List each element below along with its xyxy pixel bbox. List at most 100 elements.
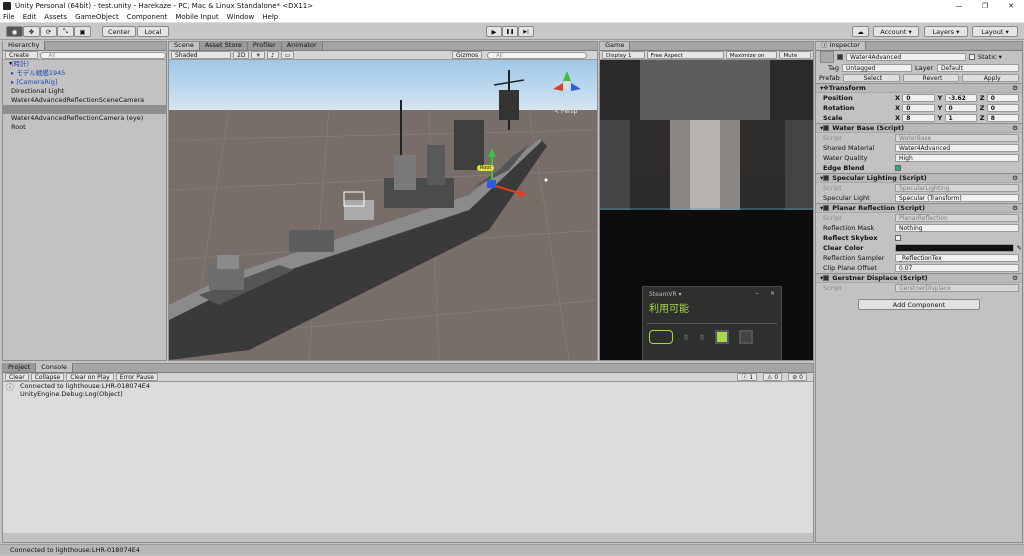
hierarchy-item[interactable]: ▸ [CameraRig] bbox=[3, 78, 166, 87]
rotate-tool-button[interactable]: ⟳ bbox=[40, 26, 57, 37]
error-pause-toggle[interactable]: Error Pause bbox=[115, 373, 158, 381]
reflection-sampler-input[interactable]: _ReflectionTex bbox=[895, 254, 1019, 262]
pivot-center-button[interactable]: Center bbox=[102, 26, 136, 37]
rotation-z-input[interactable]: 0 bbox=[986, 104, 1019, 112]
minimize-icon[interactable]: ‒ bbox=[755, 290, 759, 297]
rotation-x-input[interactable]: 0 bbox=[902, 104, 935, 112]
tab-profiler[interactable]: Profiler bbox=[247, 42, 282, 50]
gizmos-dropdown[interactable]: Gizmos bbox=[452, 51, 483, 59]
water-base-header[interactable]: ▾ Water Base (Script) ⚙ bbox=[816, 123, 1022, 133]
prefab-apply-button[interactable]: Apply bbox=[962, 74, 1020, 82]
hierarchy-item[interactable]: Water4AdvancedReflectionSceneCamera bbox=[3, 96, 166, 105]
menu-assets[interactable]: Assets bbox=[44, 13, 67, 21]
scale-x-input[interactable]: 8 bbox=[902, 114, 935, 122]
reflection-mask-dropdown[interactable]: Nothing bbox=[895, 224, 1019, 232]
edge-blend-checkbox[interactable] bbox=[895, 165, 901, 171]
maximize-on-play-toggle[interactable]: Maximize on Play bbox=[725, 51, 778, 67]
warning-count-toggle[interactable]: ⚠ 0 bbox=[763, 373, 783, 381]
cloud-button[interactable]: ☁ bbox=[852, 26, 869, 37]
gear-icon[interactable]: ⚙ bbox=[1012, 174, 1018, 182]
component-enabled-checkbox[interactable] bbox=[823, 125, 830, 131]
gerstner-displace-header[interactable]: ▾ Gerstner Displace (Script) ⚙ bbox=[816, 273, 1022, 283]
clear-button[interactable]: Clear bbox=[5, 373, 29, 381]
menu-gameobject[interactable]: GameObject bbox=[75, 13, 119, 21]
mute-audio-toggle[interactable]: Mute aud bbox=[779, 51, 811, 67]
hierarchy-item[interactable]: Directional Light bbox=[3, 87, 166, 96]
hierarchy-item[interactable]: Water4AdvancedReflectionCamera (eye) bbox=[3, 114, 166, 123]
eyedropper-icon[interactable]: ✎ bbox=[1017, 244, 1022, 252]
position-x-input[interactable]: 0 bbox=[902, 94, 935, 102]
component-enabled-checkbox[interactable] bbox=[823, 205, 830, 211]
gear-icon[interactable]: ⚙ bbox=[1012, 124, 1018, 132]
rotation-y-input[interactable]: 0 bbox=[944, 104, 977, 112]
prefab-revert-button[interactable]: Revert bbox=[902, 74, 960, 82]
clear-color-swatch[interactable] bbox=[895, 244, 1014, 252]
game-viewport[interactable]: SteamVR ▾ ‒ ✕ 利用可能 ⌽ ⌽ bbox=[600, 60, 813, 360]
account-dropdown[interactable]: Account ▾ bbox=[873, 26, 919, 37]
scale-z-input[interactable]: 8 bbox=[986, 114, 1019, 122]
2d-toggle[interactable]: 2D bbox=[233, 51, 250, 59]
status-message[interactable]: Connected to lighthouse:LHR-018074E4 bbox=[10, 546, 140, 554]
menu-edit[interactable]: Edit bbox=[23, 13, 37, 21]
scene-search-input[interactable]: All bbox=[487, 51, 587, 59]
layer-dropdown[interactable]: Default bbox=[937, 64, 1019, 72]
persp-label[interactable]: ≺ Persp bbox=[554, 108, 577, 115]
hierarchy-item[interactable]: (時計) bbox=[3, 60, 166, 69]
reflect-skybox-checkbox[interactable] bbox=[895, 235, 901, 241]
steamvr-title[interactable]: SteamVR ▾ bbox=[649, 291, 682, 298]
close-button[interactable]: ✕ bbox=[998, 0, 1024, 12]
menu-mobile-input[interactable]: Mobile Input bbox=[175, 13, 218, 21]
transform-header[interactable]: ▾ ✥ Transform ⚙ bbox=[816, 83, 1022, 93]
component-enabled-checkbox[interactable] bbox=[823, 275, 830, 281]
minimize-button[interactable]: — bbox=[946, 0, 972, 12]
scene-viewport[interactable]: Root ≺ Persp bbox=[169, 60, 597, 360]
create-button[interactable]: Create ▾ bbox=[5, 51, 38, 67]
position-z-input[interactable]: 0 bbox=[986, 94, 1019, 102]
tab-console[interactable]: Console bbox=[36, 363, 74, 372]
object-name-input[interactable]: Water4Advanced bbox=[846, 53, 966, 61]
specular-lighting-header[interactable]: ▾ Specular Lighting (Script) ⚙ bbox=[816, 173, 1022, 183]
display-dropdown[interactable]: Display 1 bbox=[602, 51, 645, 59]
shading-mode-dropdown[interactable]: Shaded bbox=[171, 51, 231, 59]
play-button[interactable]: ▶ bbox=[486, 26, 502, 37]
scale-y-input[interactable]: 1 bbox=[944, 114, 977, 122]
close-icon[interactable]: ✕ bbox=[770, 290, 775, 297]
specular-light-field[interactable]: Specular (Transform) bbox=[895, 194, 1019, 202]
add-component-button[interactable]: Add Component bbox=[858, 299, 980, 310]
hierarchy-search-input[interactable]: All bbox=[39, 51, 166, 59]
info-count-toggle[interactable]: ⓘ 1 bbox=[737, 373, 758, 381]
static-checkbox[interactable] bbox=[969, 54, 975, 60]
tab-inspector[interactable]: ⓘ Inspector bbox=[816, 42, 866, 50]
gear-icon[interactable]: ⚙ bbox=[1012, 204, 1018, 212]
menu-window[interactable]: Window bbox=[227, 13, 255, 21]
tab-scene[interactable]: Scene bbox=[169, 42, 200, 50]
log-entry[interactable]: ⓘ Connected to lighthouse:LHR-018074E4 U… bbox=[3, 382, 813, 398]
audio-toggle[interactable]: ♪ bbox=[266, 51, 279, 59]
tab-project[interactable]: Project bbox=[3, 363, 37, 372]
layout-dropdown[interactable]: Layout ▾ bbox=[972, 26, 1018, 37]
hierarchy-item[interactable]: Root bbox=[3, 123, 166, 132]
hierarchy-item-selected[interactable] bbox=[3, 105, 166, 114]
hierarchy-item[interactable]: ▸ モデル戦艦1945 bbox=[3, 69, 166, 78]
position-y-input[interactable]: -3.62 bbox=[944, 94, 977, 102]
aspect-dropdown[interactable]: Free Aspect bbox=[646, 51, 724, 59]
gear-icon[interactable]: ⚙ bbox=[1012, 274, 1018, 282]
move-tool-button[interactable]: ✥ bbox=[23, 26, 40, 37]
shared-material-field[interactable]: Water4Advanced bbox=[895, 144, 1019, 152]
tab-asset-store[interactable]: Asset Store bbox=[199, 42, 248, 50]
rect-tool-button[interactable]: ▣ bbox=[74, 26, 91, 37]
scale-tool-button[interactable]: ⤡ bbox=[57, 26, 74, 37]
tab-game[interactable]: Game bbox=[600, 42, 631, 50]
gear-icon[interactable]: ⚙ bbox=[1012, 84, 1018, 92]
clip-plane-offset-input[interactable]: 0.07 bbox=[895, 264, 1019, 272]
error-count-toggle[interactable]: ⊘ 0 bbox=[788, 373, 807, 381]
component-enabled-checkbox[interactable] bbox=[823, 175, 830, 181]
tag-dropdown[interactable]: Untagged bbox=[842, 64, 912, 72]
planar-reflection-header[interactable]: ▾ Planar Reflection (Script) ⚙ bbox=[816, 203, 1022, 213]
collapse-toggle[interactable]: Collapse bbox=[30, 373, 65, 381]
menu-component[interactable]: Component bbox=[127, 13, 168, 21]
pause-button[interactable]: ❚❚ bbox=[502, 26, 518, 37]
prefab-select-button[interactable]: Select bbox=[843, 74, 900, 82]
active-checkbox[interactable] bbox=[837, 54, 843, 60]
layers-dropdown[interactable]: Layers ▾ bbox=[924, 26, 968, 37]
